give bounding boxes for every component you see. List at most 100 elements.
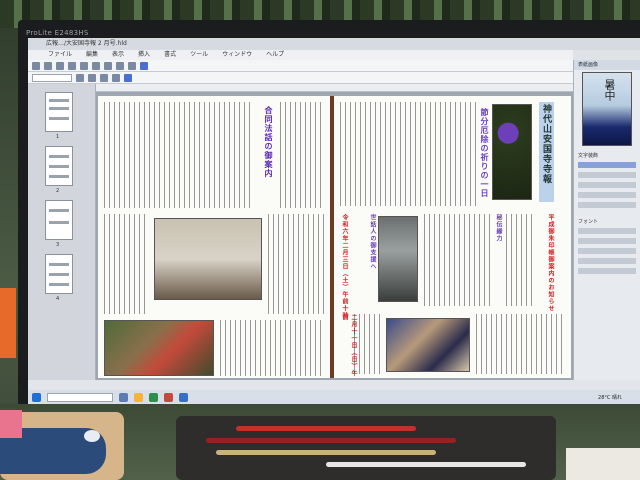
- headline-right-2: 世話人の御支援へ: [369, 214, 376, 270]
- panel-header: 表紙画像: [574, 60, 640, 70]
- red-notice-2: 平成御朱印帳御案内のお知らせ: [547, 214, 554, 312]
- headline-right-3: 秘伝縁力: [495, 214, 502, 242]
- save-icon[interactable]: [56, 61, 64, 70]
- option-row[interactable]: [578, 258, 636, 264]
- text-column: [424, 214, 490, 306]
- flower-photo[interactable]: [492, 104, 532, 200]
- style-button-row[interactable]: [578, 162, 636, 168]
- paper-note: [566, 448, 640, 480]
- cover-title: 暑中: [603, 79, 616, 101]
- text-column: [506, 214, 536, 306]
- menu-file[interactable]: ファイル: [48, 50, 72, 60]
- pen: [326, 462, 526, 467]
- option-row[interactable]: [578, 238, 636, 244]
- headline-right-1: 節分厄除の祈りの一日: [480, 108, 490, 198]
- cover-preview[interactable]: 暑中: [582, 72, 632, 146]
- align-icon[interactable]: [112, 73, 120, 82]
- thumbnail-number: 4: [56, 296, 60, 302]
- headline-left: 合同法話の御案内: [264, 106, 274, 178]
- option-row[interactable]: [578, 182, 636, 188]
- thumbnail-page-2[interactable]: [45, 146, 73, 186]
- option-row[interactable]: [578, 268, 636, 274]
- menu-help[interactable]: ヘルプ: [266, 50, 284, 60]
- menu-tools[interactable]: ツール: [190, 50, 208, 60]
- group-photo[interactable]: [386, 318, 470, 372]
- temple-interior-photo[interactable]: [154, 218, 262, 300]
- pen: [206, 438, 456, 443]
- option-row[interactable]: [578, 248, 636, 254]
- text-column: [354, 314, 382, 374]
- document-spread: 合同法話の御案内 節分厄除の祈りの一日 神代山安国寺寺報 令和六年二月三日（土）…: [96, 92, 573, 380]
- redo-icon[interactable]: [128, 61, 136, 70]
- copy-icon[interactable]: [92, 61, 100, 70]
- italic-icon[interactable]: [88, 73, 96, 82]
- thumbnail-page-4[interactable]: [45, 254, 73, 294]
- app-icon[interactable]: [179, 392, 188, 402]
- option-row[interactable]: [578, 172, 636, 178]
- pink-note: [0, 410, 22, 438]
- festival-photo[interactable]: [104, 320, 214, 376]
- status-bar: [28, 380, 640, 390]
- cut-icon[interactable]: [80, 61, 88, 70]
- wallet-clasp: [84, 430, 100, 442]
- menu-bar: ファイル 編集 表示 挿入 書式 ツール ウィンドウ ヘルプ: [28, 50, 573, 60]
- thumbnail-number: 3: [56, 242, 60, 248]
- pen-tray: [176, 416, 556, 480]
- text-column: [104, 214, 148, 314]
- monitor-brand: ProLite E2483HS: [26, 29, 89, 37]
- start-icon[interactable]: [32, 392, 41, 402]
- thumbnail-number: 2: [56, 188, 60, 194]
- toolbar-format: [28, 72, 573, 84]
- menu-format[interactable]: 書式: [164, 50, 176, 60]
- new-icon[interactable]: [32, 61, 40, 70]
- section-label: 文字装飾: [578, 153, 599, 159]
- statue-photo[interactable]: [378, 216, 418, 302]
- thumbnail-page-3[interactable]: [45, 200, 73, 240]
- font-label: フォント: [578, 219, 599, 225]
- app-icon[interactable]: [164, 392, 173, 402]
- photo-scene: ProLite E2483HS 広報…/大安国寺報 2 月号.hld ファイル …: [0, 0, 640, 480]
- horizontal-ruler: [96, 84, 573, 92]
- monitor-screen: 広報…/大安国寺報 2 月号.hld ファイル 編集 表示 挿入 書式 ツール …: [28, 38, 640, 404]
- bold-icon[interactable]: [76, 73, 84, 82]
- menu-view[interactable]: 表示: [112, 50, 124, 60]
- underline-icon[interactable]: [100, 73, 108, 82]
- option-row[interactable]: [578, 202, 636, 208]
- thumbnail-number: 1: [56, 134, 60, 140]
- font-select[interactable]: [32, 73, 72, 82]
- open-icon[interactable]: [44, 61, 52, 70]
- pen: [236, 426, 416, 431]
- explorer-icon[interactable]: [134, 392, 143, 402]
- thumbnail-page-1[interactable]: [45, 92, 73, 132]
- option-row[interactable]: [578, 228, 636, 234]
- color-icon[interactable]: [124, 73, 132, 82]
- page-left[interactable]: 合同法話の御案内: [98, 96, 330, 378]
- right-panel: 表紙画像 暑中 文字装飾 フォント: [573, 60, 640, 380]
- text-column: [476, 314, 564, 374]
- text-column: [104, 102, 254, 208]
- orange-sticky: [0, 288, 16, 358]
- menu-edit[interactable]: 編集: [86, 50, 98, 60]
- pen: [216, 450, 436, 455]
- text-column: [268, 214, 324, 314]
- print-icon[interactable]: [68, 61, 76, 70]
- taskbar-clock: 28°C 晴れ: [598, 394, 622, 401]
- option-row[interactable]: [578, 192, 636, 198]
- text-column: [340, 102, 480, 206]
- toolbar-standard: [28, 60, 573, 72]
- paste-icon[interactable]: [104, 61, 112, 70]
- undo-icon[interactable]: [116, 61, 124, 70]
- taskbar-search[interactable]: [47, 392, 113, 402]
- task-view-icon[interactable]: [119, 392, 128, 402]
- taskbar: 28°C 晴れ: [28, 390, 640, 404]
- text-column: [220, 320, 324, 376]
- menu-window[interactable]: ウィンドウ: [222, 50, 252, 60]
- window-title: 広報…/大安国寺報 2 月号.hld: [28, 38, 640, 50]
- menu-insert[interactable]: 挿入: [138, 50, 150, 60]
- red-notice: 令和六年二月三日（土）午前十時: [341, 214, 348, 319]
- zoom-icon[interactable]: [140, 61, 148, 70]
- page-right[interactable]: 節分厄除の祈りの一日 神代山安国寺寺報 令和六年二月三日（土）午前十時 世話人の…: [334, 96, 571, 378]
- masthead: 神代山安国寺寺報: [539, 102, 554, 202]
- app-icon[interactable]: [149, 392, 158, 402]
- page-thumbnails: 1 2 3 4: [28, 84, 96, 380]
